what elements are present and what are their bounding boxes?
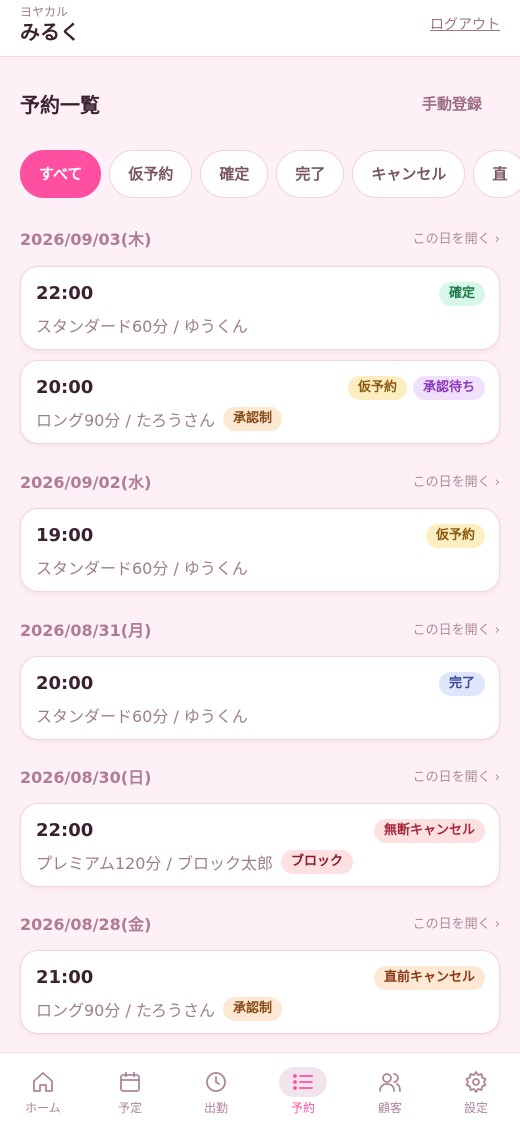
filter-cancel[interactable]: キャンセル bbox=[352, 150, 466, 198]
reservation-desc: ロング90分 / たろうさん bbox=[36, 1001, 215, 1020]
date-label: 2026/09/03(木) bbox=[20, 230, 152, 249]
status-badge-no-show-cancel: 無断キャンセル bbox=[373, 819, 485, 843]
filter-tentative[interactable]: 仮予約 bbox=[109, 150, 193, 198]
bottom-nav: ホーム 予定 出勤 予約 顧客 設定 bbox=[0, 1052, 520, 1127]
nav-label: 出勤 bbox=[203, 1101, 228, 1115]
date-label: 2026/08/30(日) bbox=[20, 768, 152, 787]
status-badge-awaiting-approval: 承認待ち bbox=[412, 376, 485, 400]
reservation-desc: スタンダード60分 / ゆうくん bbox=[36, 317, 248, 336]
status-badge-tentative: 仮予約 bbox=[425, 524, 485, 548]
home-icon bbox=[19, 1067, 67, 1097]
approval-required-tag: 承認制 bbox=[222, 997, 282, 1021]
status-badge-confirmed: 確定 bbox=[438, 282, 485, 306]
nav-label: 設定 bbox=[463, 1101, 488, 1115]
app-header: ヨヤカル みるく ログアウト bbox=[0, 0, 520, 57]
date-group-header: 2026/08/28(金) この日を開く › bbox=[20, 911, 500, 935]
reservation-time: 22:00 bbox=[36, 820, 94, 841]
reservation-desc: ロング90分 / たろうさん bbox=[36, 411, 215, 430]
logout-link[interactable]: ログアウト bbox=[430, 14, 500, 34]
date-label: 2026/08/28(金) bbox=[20, 915, 152, 934]
date-label: 2026/09/02(水) bbox=[20, 473, 152, 492]
manual-register-button[interactable]: 手動登録 bbox=[422, 93, 482, 114]
nav-schedule[interactable]: 予定 bbox=[87, 1053, 173, 1127]
filter-all[interactable]: すべて bbox=[20, 150, 102, 198]
date-label: 2026/08/31(月) bbox=[20, 621, 152, 640]
status-badge-last-minute-cancel: 直前キャンセル bbox=[373, 966, 485, 990]
reservation-time: 20:00 bbox=[36, 377, 94, 398]
calendar-icon bbox=[106, 1067, 154, 1097]
filter-completed[interactable]: 完了 bbox=[276, 150, 345, 198]
nav-home[interactable]: ホーム bbox=[0, 1053, 86, 1127]
status-badge-tentative: 仮予約 bbox=[347, 376, 407, 400]
nav-settings[interactable]: 設定 bbox=[433, 1053, 519, 1127]
reservation-card[interactable]: 21:00 直前キャンセル ロング90分 / たろうさん 承認制 bbox=[20, 950, 500, 1034]
reservation-time: 19:00 bbox=[36, 525, 94, 546]
filter-confirmed[interactable]: 確定 bbox=[200, 150, 269, 198]
date-group-header: 2026/09/02(水) この日を開く › bbox=[20, 469, 500, 493]
reservation-time: 22:00 bbox=[36, 283, 94, 304]
reservation-card[interactable]: 19:00 仮予約 スタンダード60分 / ゆうくん bbox=[20, 508, 500, 592]
nav-attendance[interactable]: 出勤 bbox=[173, 1053, 259, 1127]
nav-label: 予約 bbox=[290, 1101, 315, 1115]
page-title: 予約一覧 bbox=[20, 93, 100, 117]
user-name: みるく bbox=[20, 20, 80, 44]
date-group-header: 2026/08/30(日) この日を開く › bbox=[20, 764, 500, 788]
nav-reservations[interactable]: 予約 bbox=[260, 1053, 346, 1127]
filter-last-minute[interactable]: 直 bbox=[473, 150, 520, 198]
reservation-card[interactable]: 20:00 完了 スタンダード60分 / ゆうくん bbox=[20, 656, 500, 740]
clock-icon bbox=[192, 1067, 240, 1097]
reservation-desc: スタンダード60分 / ゆうくん bbox=[36, 707, 248, 726]
approval-required-tag: 承認制 bbox=[222, 407, 282, 431]
reservation-card[interactable]: 22:00 無断キャンセル プレミアム120分 / ブロック太郎 ブロック bbox=[20, 803, 500, 887]
reservation-time: 20:00 bbox=[36, 673, 94, 694]
nav-label: 顧客 bbox=[377, 1101, 402, 1115]
filter-chips: すべて 仮予約 確定 完了 キャンセル直 bbox=[20, 150, 520, 198]
list-icon bbox=[279, 1067, 327, 1097]
open-day-link[interactable]: この日を開く › bbox=[413, 228, 500, 247]
status-badge-completed: 完了 bbox=[438, 672, 485, 696]
nav-label: ホーム bbox=[25, 1101, 61, 1115]
reservation-desc: プレミアム120分 / ブロック太郎 bbox=[36, 854, 273, 873]
reservation-card[interactable]: 22:00 確定 スタンダード60分 / ゆうくん bbox=[20, 266, 500, 350]
nav-label: 予定 bbox=[117, 1101, 142, 1115]
open-day-link[interactable]: この日を開く › bbox=[413, 471, 500, 490]
open-day-link[interactable]: この日を開く › bbox=[413, 913, 500, 932]
date-group-header: 2026/09/03(木) この日を開く › bbox=[20, 226, 500, 250]
reservation-time: 21:00 bbox=[36, 967, 94, 988]
open-day-link[interactable]: この日を開く › bbox=[413, 766, 500, 785]
gear-icon bbox=[452, 1067, 500, 1097]
users-icon bbox=[366, 1067, 414, 1097]
blocked-tag: ブロック bbox=[280, 850, 353, 874]
nav-customers[interactable]: 顧客 bbox=[347, 1053, 433, 1127]
open-day-link[interactable]: この日を開く › bbox=[413, 619, 500, 638]
reservation-card[interactable]: 20:00 仮予約 承認待ち ロング90分 / たろうさん 承認制 bbox=[20, 360, 500, 444]
date-group-header: 2026/08/31(月) この日を開く › bbox=[20, 617, 500, 641]
reservation-desc: スタンダード60分 / ゆうくん bbox=[36, 559, 248, 578]
